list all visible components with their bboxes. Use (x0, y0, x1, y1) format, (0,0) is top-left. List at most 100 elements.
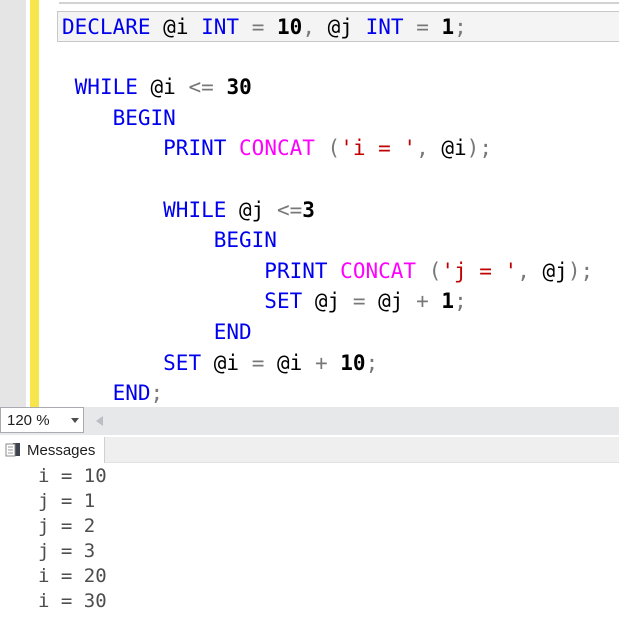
message-line: j = 2 (38, 515, 96, 537)
code-line: PRINT CONCAT ('i = ', @i); (62, 133, 619, 164)
editor-bottom-strip: 120 % (0, 407, 619, 435)
code-token: CONCAT (239, 136, 315, 161)
code-line: END (62, 317, 619, 348)
scroll-left-icon[interactable] (96, 416, 103, 426)
horizontal-scrollbar[interactable] (84, 407, 619, 435)
code-token: 'i = ' (340, 136, 417, 161)
code-token: <= (276, 197, 303, 222)
code-token: PRINT (163, 136, 227, 161)
code-token: END (213, 319, 252, 344)
code-line: PRINT CONCAT ('j = ', @j); (62, 256, 619, 287)
sql-editor-pane[interactable]: DECLARE @i INT = 10, @j INT = 1; WHILE @… (0, 0, 619, 407)
code-token: ; (454, 15, 467, 39)
code-token: ; (580, 258, 594, 283)
code-token: @j (239, 197, 265, 222)
code-line: SET @j = @j + 1; (62, 286, 619, 317)
code-token: INT (201, 15, 240, 39)
code-token: 1 (441, 289, 455, 314)
code-token: 30 (226, 75, 252, 100)
code-token: 10 (340, 350, 366, 375)
code-token: , (416, 136, 429, 161)
messages-output-pane[interactable]: i = 10 j = 1 j = 2 j = 3 i = 20 i = 30 (0, 463, 619, 631)
code-token: END (112, 381, 151, 406)
code-token: @i (150, 75, 176, 100)
code-token: , (517, 258, 530, 283)
code-token: 'j = ' (441, 258, 518, 283)
code-token: @i (441, 136, 467, 161)
code-token: + (416, 289, 429, 314)
code-token: ; (479, 136, 492, 161)
code-line: WHILE @i <= 30 (62, 72, 619, 103)
change-tracking-bar (30, 0, 39, 407)
code-token: @i (277, 350, 303, 375)
message-line: i = 10 (38, 465, 107, 487)
code-token: BEGIN (112, 105, 176, 130)
code-line-current-statement: DECLARE @i INT = 10, @j INT = 1; (57, 11, 619, 42)
code-token: ( (327, 136, 341, 161)
chevron-down-icon (71, 417, 79, 423)
code-line: END; (62, 378, 619, 409)
code-token: DECLARE (62, 15, 151, 39)
messages-icon (5, 443, 20, 457)
code-token: WHILE (74, 75, 138, 100)
code-token: = (416, 15, 429, 39)
code-token: CONCAT (340, 258, 417, 283)
code-line: BEGIN (62, 103, 619, 134)
zoom-select[interactable]: 120 % (0, 407, 84, 433)
code-token: ( (428, 258, 442, 283)
message-line: j = 1 (38, 490, 96, 512)
code-token: , (302, 15, 315, 39)
code-token: @j (542, 258, 568, 283)
code-token: 1 (441, 15, 455, 39)
code-token: 3 (302, 197, 315, 222)
code-token: @j (314, 289, 341, 314)
code-token: @j (378, 289, 404, 314)
code-token: WHILE (163, 197, 227, 222)
zoom-dropdown-button[interactable] (67, 408, 83, 432)
tab-messages[interactable]: Messages (0, 437, 105, 463)
message-line: j = 3 (38, 540, 96, 562)
tab-messages-label: Messages (27, 441, 96, 459)
message-line: i = 30 (38, 590, 107, 612)
code-token: @j (327, 15, 353, 39)
code-token: ; (365, 350, 379, 375)
code-area[interactable]: DECLARE @i INT = 10, @j INT = 1; WHILE @… (57, 11, 619, 409)
results-tab-strip: Messages (0, 437, 619, 463)
code-token: ) (466, 136, 480, 161)
code-token: @i (213, 350, 240, 375)
code-token: ; (454, 289, 467, 314)
code-line: BEGIN (62, 225, 619, 256)
code-token: <= (188, 75, 214, 100)
code-token: 10 (277, 15, 303, 39)
